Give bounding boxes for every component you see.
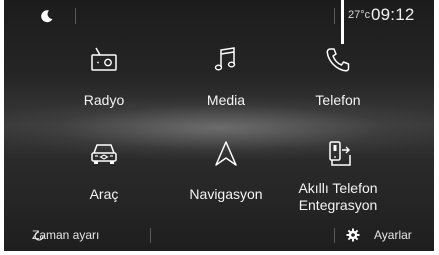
tile-telefon[interactable]: Telefon [263,44,413,114]
home-screen: 27°c 09:12 Radyo Media Telefon Araç Navi… [4,0,434,251]
bottom-divider [334,228,335,243]
gear-icon[interactable] [346,228,360,242]
bottom-divider [150,228,151,243]
bottom-bar: Zaman ayarı Ayarlar [4,223,434,249]
tile-akilli-telefon[interactable]: Akıllı Telefon Entegrasyon [263,138,413,213]
navigation-arrow-icon [215,141,237,166]
status-bar: 27°c 09:12 [4,0,434,32]
status-divider [334,8,335,24]
clock: 09:12 [371,5,415,24]
settings-button[interactable]: Ayarlar [374,228,412,242]
status-divider [75,8,76,24]
smartphone-mirror-icon [329,141,351,166]
phone-icon [326,48,350,72]
car-icon [91,144,117,164]
callout-line [341,0,344,44]
music-note-icon [214,47,236,71]
night-mode-icon[interactable] [40,9,54,23]
tile-label: Akıllı Telefon Entegrasyon [298,180,378,213]
radio-icon [91,47,117,71]
time-settings-button[interactable]: Zaman ayarı [32,228,99,242]
outside-temperature: 27°c [348,9,371,21]
tile-label: Telefon [315,92,361,108]
